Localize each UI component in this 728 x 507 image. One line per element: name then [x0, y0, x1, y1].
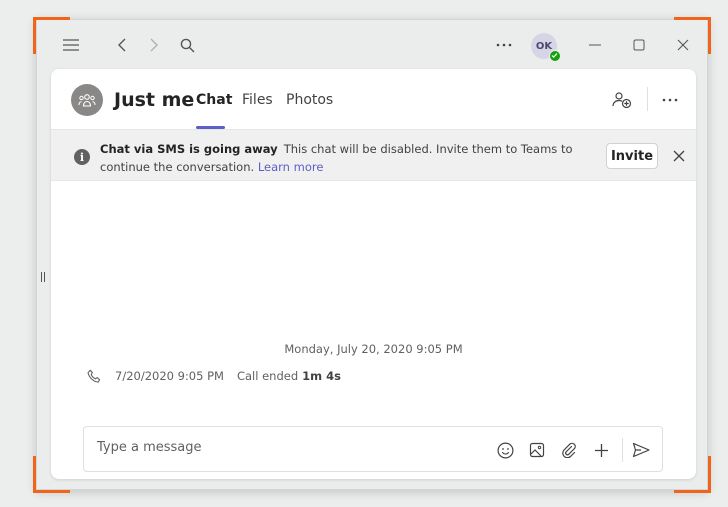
tab-chat[interactable]: Chat — [196, 92, 232, 108]
sms-deprecation-banner: i Chat via SMS is going away This chat wi… — [51, 129, 696, 181]
message-composer[interactable]: Type a message — [83, 426, 663, 472]
phone-icon — [85, 367, 103, 385]
add-people-icon[interactable] — [611, 89, 633, 111]
maximize-icon[interactable] — [627, 33, 651, 57]
call-event: 7/20/2020 9:05 PM Call ended 1m 4s — [85, 367, 341, 385]
forward-icon[interactable] — [142, 33, 166, 57]
minimize-icon[interactable] — [583, 33, 607, 57]
tab-photos[interactable]: Photos — [286, 92, 333, 108]
image-icon[interactable] — [526, 439, 548, 461]
attach-icon[interactable] — [558, 439, 580, 461]
call-timestamp: 7/20/2020 9:05 PM — [115, 369, 224, 383]
emoji-icon[interactable] — [494, 439, 516, 461]
back-icon[interactable] — [110, 33, 134, 57]
call-duration: 1m 4s — [302, 369, 341, 383]
resize-handle-icon[interactable] — [41, 272, 47, 284]
group-avatar-icon[interactable] — [71, 84, 103, 116]
chat-title: Just me — [114, 89, 195, 111]
search-icon[interactable] — [175, 33, 199, 57]
banner-heading: Chat via SMS is going away — [100, 142, 278, 156]
composer-divider — [622, 438, 623, 462]
invite-button[interactable]: Invite — [606, 143, 658, 169]
add-icon[interactable] — [590, 439, 612, 461]
learn-more-link[interactable]: Learn more — [258, 160, 324, 174]
close-icon[interactable] — [671, 33, 695, 57]
more-icon[interactable] — [492, 33, 516, 57]
banner-text: Chat via SMS is going away This chat will… — [100, 140, 595, 176]
header-divider — [647, 87, 648, 111]
call-status-text: Call ended — [236, 369, 299, 383]
dismiss-banner-icon[interactable] — [670, 147, 688, 165]
title-bar: OK — [37, 20, 707, 70]
date-separator: Monday, July 20, 2020 9:05 PM — [284, 342, 463, 356]
tab-files[interactable]: Files — [242, 92, 273, 108]
chat-header: Just me Chat Files Photos — [51, 69, 696, 129]
info-icon: i — [74, 149, 90, 165]
chat-panel: Just me Chat Files Photos i Chat via SMS… — [51, 69, 696, 479]
more-options-icon[interactable] — [659, 89, 681, 111]
send-icon[interactable] — [630, 439, 652, 461]
presence-available-icon — [549, 50, 561, 62]
teams-window: OK Just me Chat Files Photos i Chat via … — [36, 19, 708, 490]
menu-icon[interactable] — [59, 33, 83, 57]
message-input[interactable]: Type a message — [97, 440, 202, 455]
